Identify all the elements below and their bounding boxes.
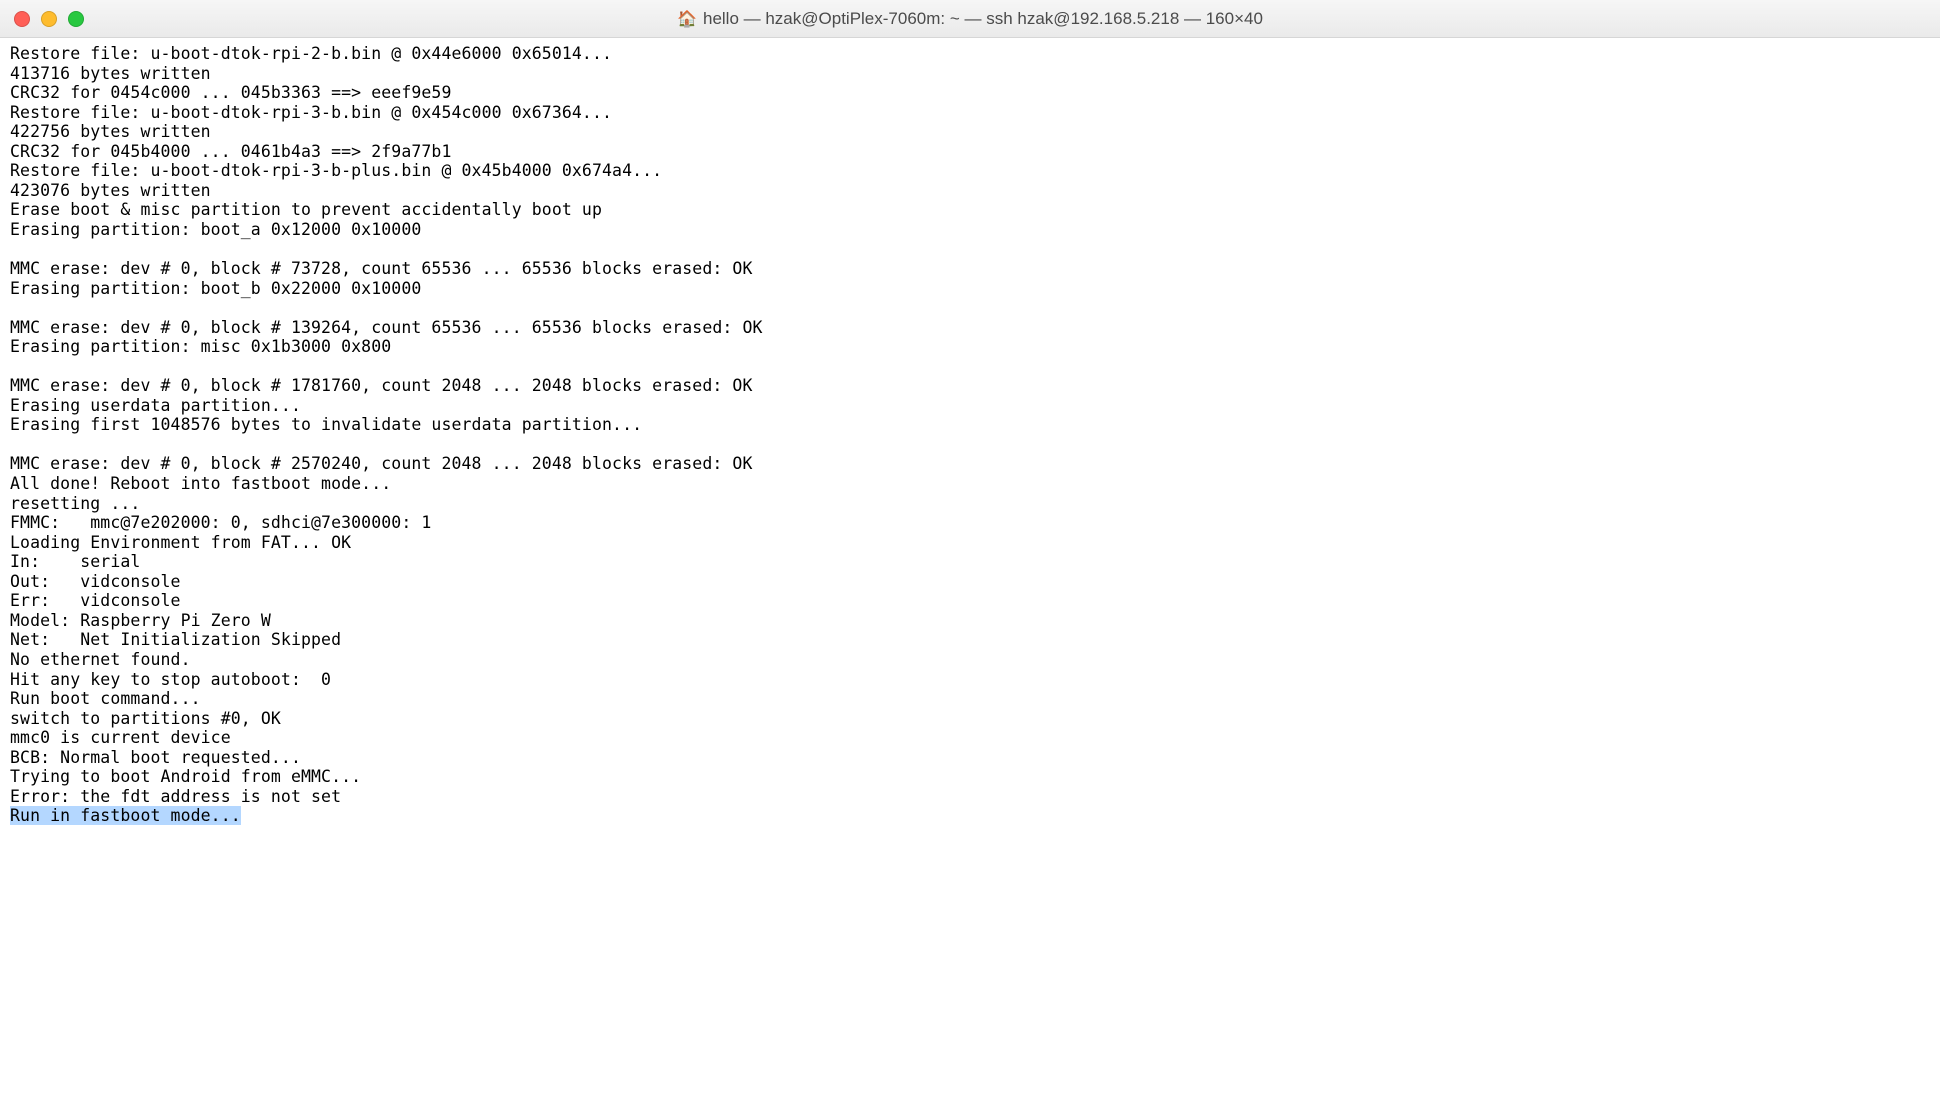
terminal-line: 423076 bytes written (10, 181, 1930, 201)
terminal-line: Hit any key to stop autoboot: 0 (10, 670, 1930, 690)
terminal-line: resetting ... (10, 494, 1930, 514)
terminal-line: switch to partitions #0, OK (10, 709, 1930, 729)
terminal-line: In: serial (10, 552, 1930, 572)
terminal-line: Erasing partition: misc 0x1b3000 0x800 (10, 337, 1930, 357)
terminal-line: CRC32 for 0454c000 ... 045b3363 ==> eeef… (10, 83, 1930, 103)
minimize-button[interactable] (41, 11, 57, 27)
terminal-line: Erasing partition: boot_a 0x12000 0x1000… (10, 220, 1930, 240)
terminal-line: Erasing first 1048576 bytes to invalidat… (10, 415, 1930, 435)
terminal-line (10, 357, 1930, 377)
terminal-line: MMC erase: dev # 0, block # 73728, count… (10, 259, 1930, 279)
terminal-line (10, 239, 1930, 259)
terminal-line: Out: vidconsole (10, 572, 1930, 592)
terminal-line: mmc0 is current device (10, 728, 1930, 748)
terminal-line: Restore file: u-boot-dtok-rpi-3-b-plus.b… (10, 161, 1930, 181)
terminal-line-highlighted: Run in fastboot mode... (10, 806, 1930, 826)
terminal-line: Err: vidconsole (10, 591, 1930, 611)
terminal-line: CRC32 for 045b4000 ... 0461b4a3 ==> 2f9a… (10, 142, 1930, 162)
terminal-line (10, 435, 1930, 455)
terminal-line: All done! Reboot into fastboot mode... (10, 474, 1930, 494)
terminal-line: 422756 bytes written (10, 122, 1930, 142)
terminal-line: FMMC: mmc@7e202000: 0, sdhci@7e300000: 1 (10, 513, 1930, 533)
window-title-text: hello — hzak@OptiPlex-7060m: ~ — ssh hza… (703, 9, 1263, 29)
window-title-bar: 🏠 hello — hzak@OptiPlex-7060m: ~ — ssh h… (0, 0, 1940, 38)
close-button[interactable] (14, 11, 30, 27)
terminal-line: MMC erase: dev # 0, block # 139264, coun… (10, 318, 1930, 338)
terminal-line: 413716 bytes written (10, 64, 1930, 84)
terminal-line: Trying to boot Android from eMMC... (10, 767, 1930, 787)
terminal-line: Run boot command... (10, 689, 1930, 709)
terminal-line: Restore file: u-boot-dtok-rpi-2-b.bin @ … (10, 44, 1930, 64)
terminal-line: MMC erase: dev # 0, block # 2570240, cou… (10, 454, 1930, 474)
terminal-line: BCB: Normal boot requested... (10, 748, 1930, 768)
terminal-line: Erase boot & misc partition to prevent a… (10, 200, 1930, 220)
terminal-line: Net: Net Initialization Skipped (10, 630, 1930, 650)
terminal-line: No ethernet found. (10, 650, 1930, 670)
terminal-line (10, 298, 1930, 318)
home-icon: 🏠 (677, 9, 697, 29)
traffic-light-group (14, 11, 84, 27)
terminal-line: Error: the fdt address is not set (10, 787, 1930, 807)
terminal-line: Erasing userdata partition... (10, 396, 1930, 416)
terminal-line: Restore file: u-boot-dtok-rpi-3-b.bin @ … (10, 103, 1930, 123)
terminal-line: Model: Raspberry Pi Zero W (10, 611, 1930, 631)
terminal-line: Loading Environment from FAT... OK (10, 533, 1930, 553)
terminal-line: MMC erase: dev # 0, block # 1781760, cou… (10, 376, 1930, 396)
terminal-content[interactable]: Restore file: u-boot-dtok-rpi-2-b.bin @ … (0, 38, 1940, 832)
maximize-button[interactable] (68, 11, 84, 27)
window-title: 🏠 hello — hzak@OptiPlex-7060m: ~ — ssh h… (677, 9, 1263, 29)
terminal-line: Erasing partition: boot_b 0x22000 0x1000… (10, 279, 1930, 299)
